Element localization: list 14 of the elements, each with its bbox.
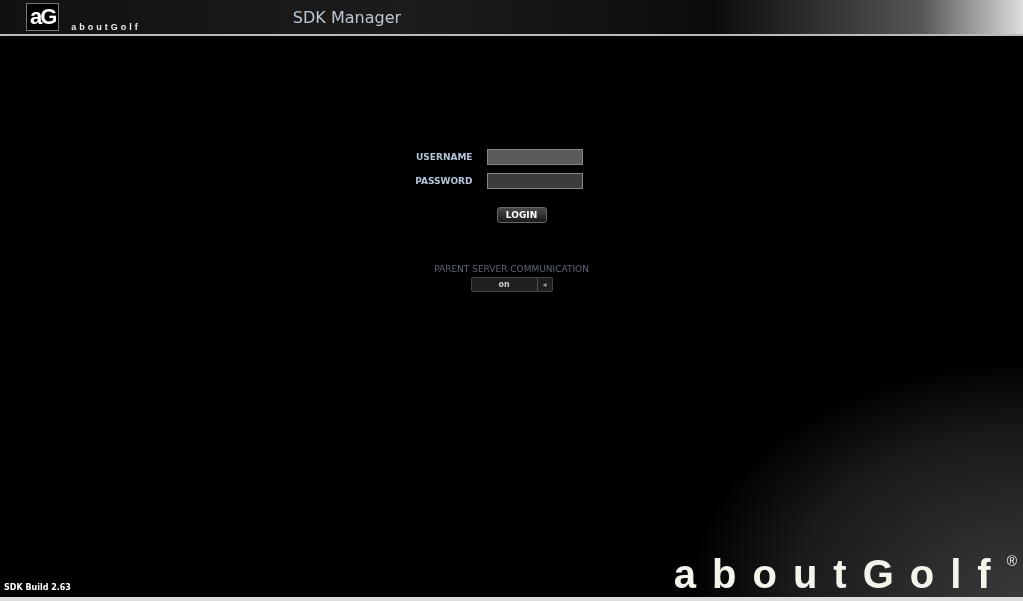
field-label: PASSWORD: [414, 176, 473, 186]
server-dropdown[interactable]: on ◂: [470, 277, 553, 292]
brand-logo: aboutGolf$^{®}$: [673, 554, 1017, 594]
window-title: SDK Manager: [292, 7, 402, 27]
build-version: SDK Build 2.63: [4, 583, 71, 592]
dropdown-arrow[interactable]: ◂: [537, 278, 552, 291]
input-field[interactable]: [486, 149, 583, 165]
logo-mark: aG: [26, 3, 60, 31]
logo-text: aboutGolf: [71, 22, 141, 32]
input-field[interactable]: [486, 173, 583, 189]
login-button[interactable]: LOGIN: [496, 207, 547, 223]
dropdown-value: on: [471, 278, 538, 291]
field-label: USERNAME: [415, 152, 473, 162]
section-label: PARENT SERVER COMMUNICATION: [434, 264, 589, 274]
